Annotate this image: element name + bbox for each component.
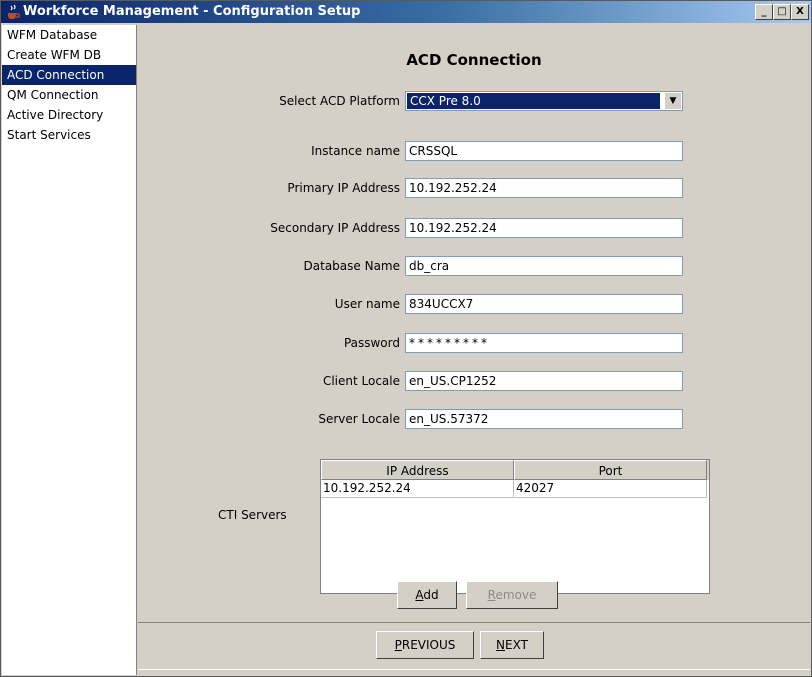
column-header-port[interactable]: Port [514,460,707,480]
nav-item-qm-connection[interactable]: QM Connection [2,85,136,105]
secondary-ip-label: Secondary IP Address [270,221,400,235]
nav-item-start-services[interactable]: Start Services [2,125,136,145]
cti-servers-table[interactable]: IP Address Port 10.192.252.24 42027 [320,459,710,594]
user-name-label: User name [334,297,400,311]
cti-servers-label: CTI Servers [218,508,287,522]
primary-ip-row: Primary IP Address 10.192.252.24 [138,178,810,200]
user-name-input[interactable]: 834UCCX7 [405,294,683,314]
database-name-label: Database Name [303,259,400,273]
title-bar[interactable]: Workforce Management - Configuration Set… [1,1,811,23]
maximize-button[interactable]: □ [773,4,791,20]
table-header: IP Address Port [321,460,709,480]
instance-name-label: Instance name [311,144,400,158]
server-locale-row: Server Locale en_US.57372 [138,409,810,431]
instance-name-input[interactable]: CRSSQL [405,141,683,161]
window-title: Workforce Management - Configuration Set… [23,4,361,19]
user-name-row: User name 834UCCX7 [138,294,810,316]
close-button[interactable]: X [791,4,809,20]
next-button[interactable]: NEXT [480,631,544,659]
acd-platform-label: Select ACD Platform [279,94,400,108]
primary-ip-input[interactable]: 10.192.252.24 [405,178,683,198]
page-title: ACD Connection [406,51,542,69]
nav-item-acd-connection[interactable]: ACD Connection [2,65,136,85]
table-cell-port[interactable]: 42027 [514,480,707,498]
instance-name-row: Instance name CRSSQL [138,141,810,163]
column-header-ip-address[interactable]: IP Address [321,460,514,480]
server-locale-input[interactable]: en_US.57372 [405,409,683,429]
database-name-row: Database Name db_cra [138,256,810,278]
previous-button-label: REVIOUS [401,638,456,652]
secondary-ip-row: Secondary IP Address 10.192.252.24 [138,218,810,240]
previous-button-mnemonic: P [394,638,402,652]
nav-item-active-directory[interactable]: Active Directory [2,105,136,125]
acd-platform-select[interactable]: CCX Pre 8.0 ▼ [405,91,683,111]
table-cell-ip-address[interactable]: 10.192.252.24 [321,480,514,498]
server-locale-label: Server Locale [318,412,400,426]
java-cup-icon [5,4,21,20]
remove-button-label: emove [495,588,537,602]
next-button-label: EXT [505,638,528,652]
acd-platform-row: Select ACD Platform CCX Pre 8.0 ▼ [138,91,810,113]
nav-item-create-wfm-db[interactable]: Create WFM DB [2,45,136,65]
setup-step-list: WFM Database Create WFM DB ACD Connectio… [2,25,137,675]
previous-button[interactable]: PREVIOUS [376,631,474,659]
nav-item-wfm-database[interactable]: WFM Database [2,25,136,45]
wizard-footer: PREVIOUS NEXT [138,622,810,670]
acd-connection-panel: ACD Connection Select ACD Platform CCX P… [138,25,810,645]
client-locale-row: Client Locale en_US.CP1252 [138,371,810,393]
add-button[interactable]: Add [397,581,457,609]
secondary-ip-input[interactable]: 10.192.252.24 [405,218,683,238]
client-locale-input[interactable]: en_US.CP1252 [405,371,683,391]
configuration-setup-window: Workforce Management - Configuration Set… [0,0,812,677]
password-label: Password [343,336,400,350]
chevron-down-icon[interactable]: ▼ [664,93,681,109]
password-input[interactable]: ********* [405,333,683,353]
remove-button[interactable]: Remove [466,581,558,609]
minimize-button[interactable]: _ [755,4,773,20]
primary-ip-label: Primary IP Address [287,181,400,195]
database-name-input[interactable]: db_cra [405,256,683,276]
password-row: Password ********* [138,333,810,355]
acd-platform-selected-value[interactable]: CCX Pre 8.0 [407,93,660,109]
client-locale-label: Client Locale [322,374,400,388]
next-button-mnemonic: N [496,638,506,652]
add-button-label: dd [423,588,439,602]
table-row[interactable]: 10.192.252.24 42027 [321,480,709,498]
